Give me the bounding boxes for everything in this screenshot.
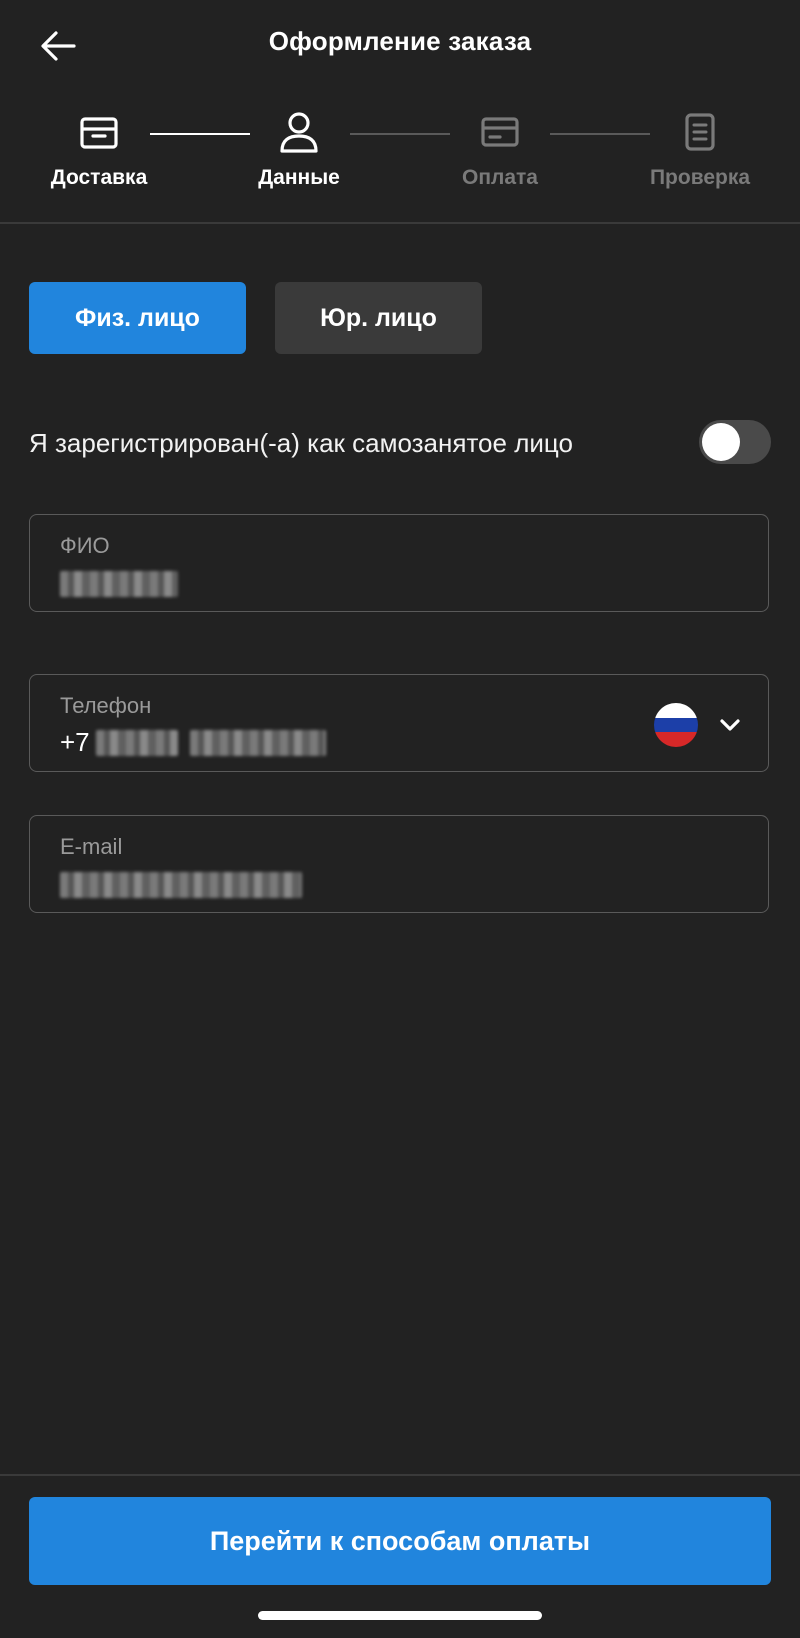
header: Оформление заказа <box>0 0 800 90</box>
phone-field[interactable]: Телефон +7 <box>29 674 769 772</box>
individual-button[interactable]: Физ. лицо <box>29 282 246 354</box>
divider <box>0 1474 800 1476</box>
box-icon <box>80 117 118 149</box>
divider <box>0 222 800 224</box>
self-employed-row: Я зарегистрирован(-а) как самозанятое ли… <box>29 418 771 468</box>
redacted-text <box>60 571 178 597</box>
full-name-value <box>60 567 178 597</box>
self-employed-label: Я зарегистрирован(-а) как самозанятое ли… <box>29 428 573 458</box>
step-connector <box>150 133 250 135</box>
user-icon <box>280 112 318 153</box>
go-to-payment-button[interactable]: Перейти к способам оплаты <box>29 1497 771 1585</box>
step-label: Проверка <box>649 166 751 189</box>
russia-flag-icon[interactable] <box>654 703 698 747</box>
step-label: Оплата <box>461 166 538 189</box>
full-name-field[interactable]: ФИО <box>29 514 769 612</box>
email-value <box>60 868 302 898</box>
home-indicator <box>258 1611 542 1620</box>
email-label: E-mail <box>60 834 123 859</box>
card-icon <box>481 117 519 147</box>
checkout-stepper: Доставка Данные Оплата Проверка <box>0 100 800 220</box>
page-title: Оформление заказа <box>268 26 532 56</box>
chevron-down-icon[interactable] <box>718 713 742 737</box>
phone-prefix: +7 <box>60 727 90 757</box>
full-name-label: ФИО <box>60 533 110 558</box>
document-icon <box>685 113 715 151</box>
phone-label: Телефон <box>60 693 152 718</box>
phone-value: +7 <box>60 727 326 758</box>
self-employed-toggle[interactable] <box>699 420 771 464</box>
step-review[interactable]: Проверка <box>630 110 770 190</box>
toggle-knob <box>702 423 740 461</box>
redacted-text <box>189 729 326 756</box>
redacted-text <box>95 729 178 756</box>
email-field[interactable]: E-mail <box>29 815 769 913</box>
step-label: Доставка <box>50 166 148 189</box>
customer-type-selector: Физ. лицо Юр. лицо <box>29 282 482 356</box>
step-details[interactable]: Данные <box>229 110 369 190</box>
legal-entity-button[interactable]: Юр. лицо <box>275 282 482 354</box>
step-label: Данные <box>258 166 340 189</box>
step-payment[interactable]: Оплата <box>430 110 570 190</box>
step-connector <box>350 133 450 135</box>
step-delivery[interactable]: Доставка <box>29 110 169 190</box>
step-connector <box>550 133 650 135</box>
redacted-text <box>60 872 302 898</box>
